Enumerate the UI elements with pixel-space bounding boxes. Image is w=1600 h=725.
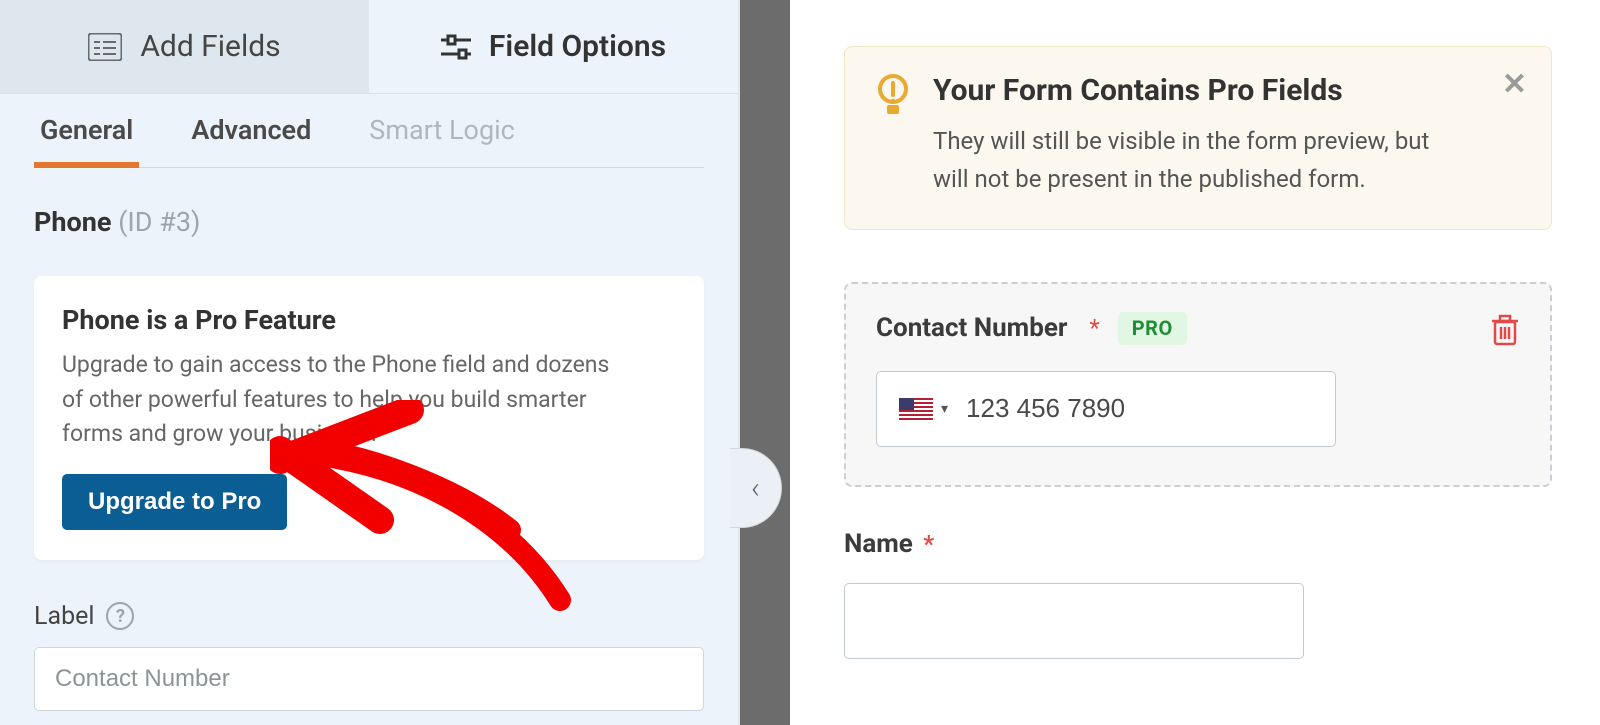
- subtab-general[interactable]: General: [34, 94, 139, 168]
- pro-feature-card: Phone is a Pro Feature Upgrade to gain a…: [34, 276, 704, 560]
- trash-icon: [1490, 314, 1520, 346]
- field-id-text: (ID #3): [118, 206, 200, 238]
- required-asterisk: *: [923, 530, 934, 558]
- subtab-advanced[interactable]: Advanced: [185, 94, 317, 167]
- subtab-smart-logic[interactable]: Smart Logic: [363, 94, 521, 167]
- pro-card-body: Upgrade to gain access to the Phone fiel…: [62, 348, 622, 452]
- notice-title: Your Form Contains Pro Fields: [933, 73, 1529, 108]
- field-options-subtabs: General Advanced Smart Logic: [34, 94, 704, 168]
- form-list-icon: [88, 33, 122, 61]
- field-type-name: Phone: [34, 206, 111, 238]
- pro-card-title: Phone is a Pro Feature: [62, 304, 676, 336]
- upgrade-to-pro-button[interactable]: Upgrade to Pro: [62, 474, 287, 530]
- tab-add-fields[interactable]: Add Fields: [0, 0, 369, 93]
- label-field-label: Label: [34, 602, 94, 631]
- phone-number-input[interactable]: [966, 393, 1313, 424]
- required-asterisk: *: [1089, 314, 1099, 342]
- preview-field-phone[interactable]: Contact Number * PRO: [844, 282, 1552, 487]
- notice-body: They will still be visible in the form p…: [933, 122, 1453, 199]
- lightbulb-icon: [875, 73, 911, 121]
- help-icon[interactable]: ?: [106, 602, 134, 630]
- tab-field-options-label: Field Options: [489, 29, 666, 64]
- preview-phone-label: Contact Number: [876, 313, 1067, 343]
- pro-fields-notice: ✕ Your Form Contains Pro Fields They wil…: [844, 46, 1552, 230]
- field-label-input[interactable]: [34, 647, 704, 711]
- field-identifier: Phone (ID #3): [0, 168, 738, 238]
- preview-field-name[interactable]: Name *: [844, 529, 1552, 659]
- sliders-icon: [441, 34, 471, 60]
- delete-field-button[interactable]: [1490, 314, 1520, 350]
- chevron-left-icon: ‹: [751, 471, 760, 506]
- name-input[interactable]: [844, 583, 1304, 659]
- close-icon[interactable]: ✕: [1502, 67, 1527, 102]
- us-flag-icon: [899, 398, 933, 420]
- pro-badge: PRO: [1118, 312, 1187, 345]
- panel-divider: [740, 0, 790, 725]
- preview-name-label: Name: [844, 529, 913, 559]
- tab-add-fields-label: Add Fields: [140, 29, 280, 64]
- phone-input-wrapper[interactable]: ▾: [876, 371, 1336, 447]
- country-flag-picker[interactable]: ▾: [899, 398, 948, 420]
- tab-field-options[interactable]: Field Options: [369, 0, 738, 93]
- caret-down-icon: ▾: [941, 401, 948, 417]
- sidebar-tabs: Add Fields Field Options: [0, 0, 738, 94]
